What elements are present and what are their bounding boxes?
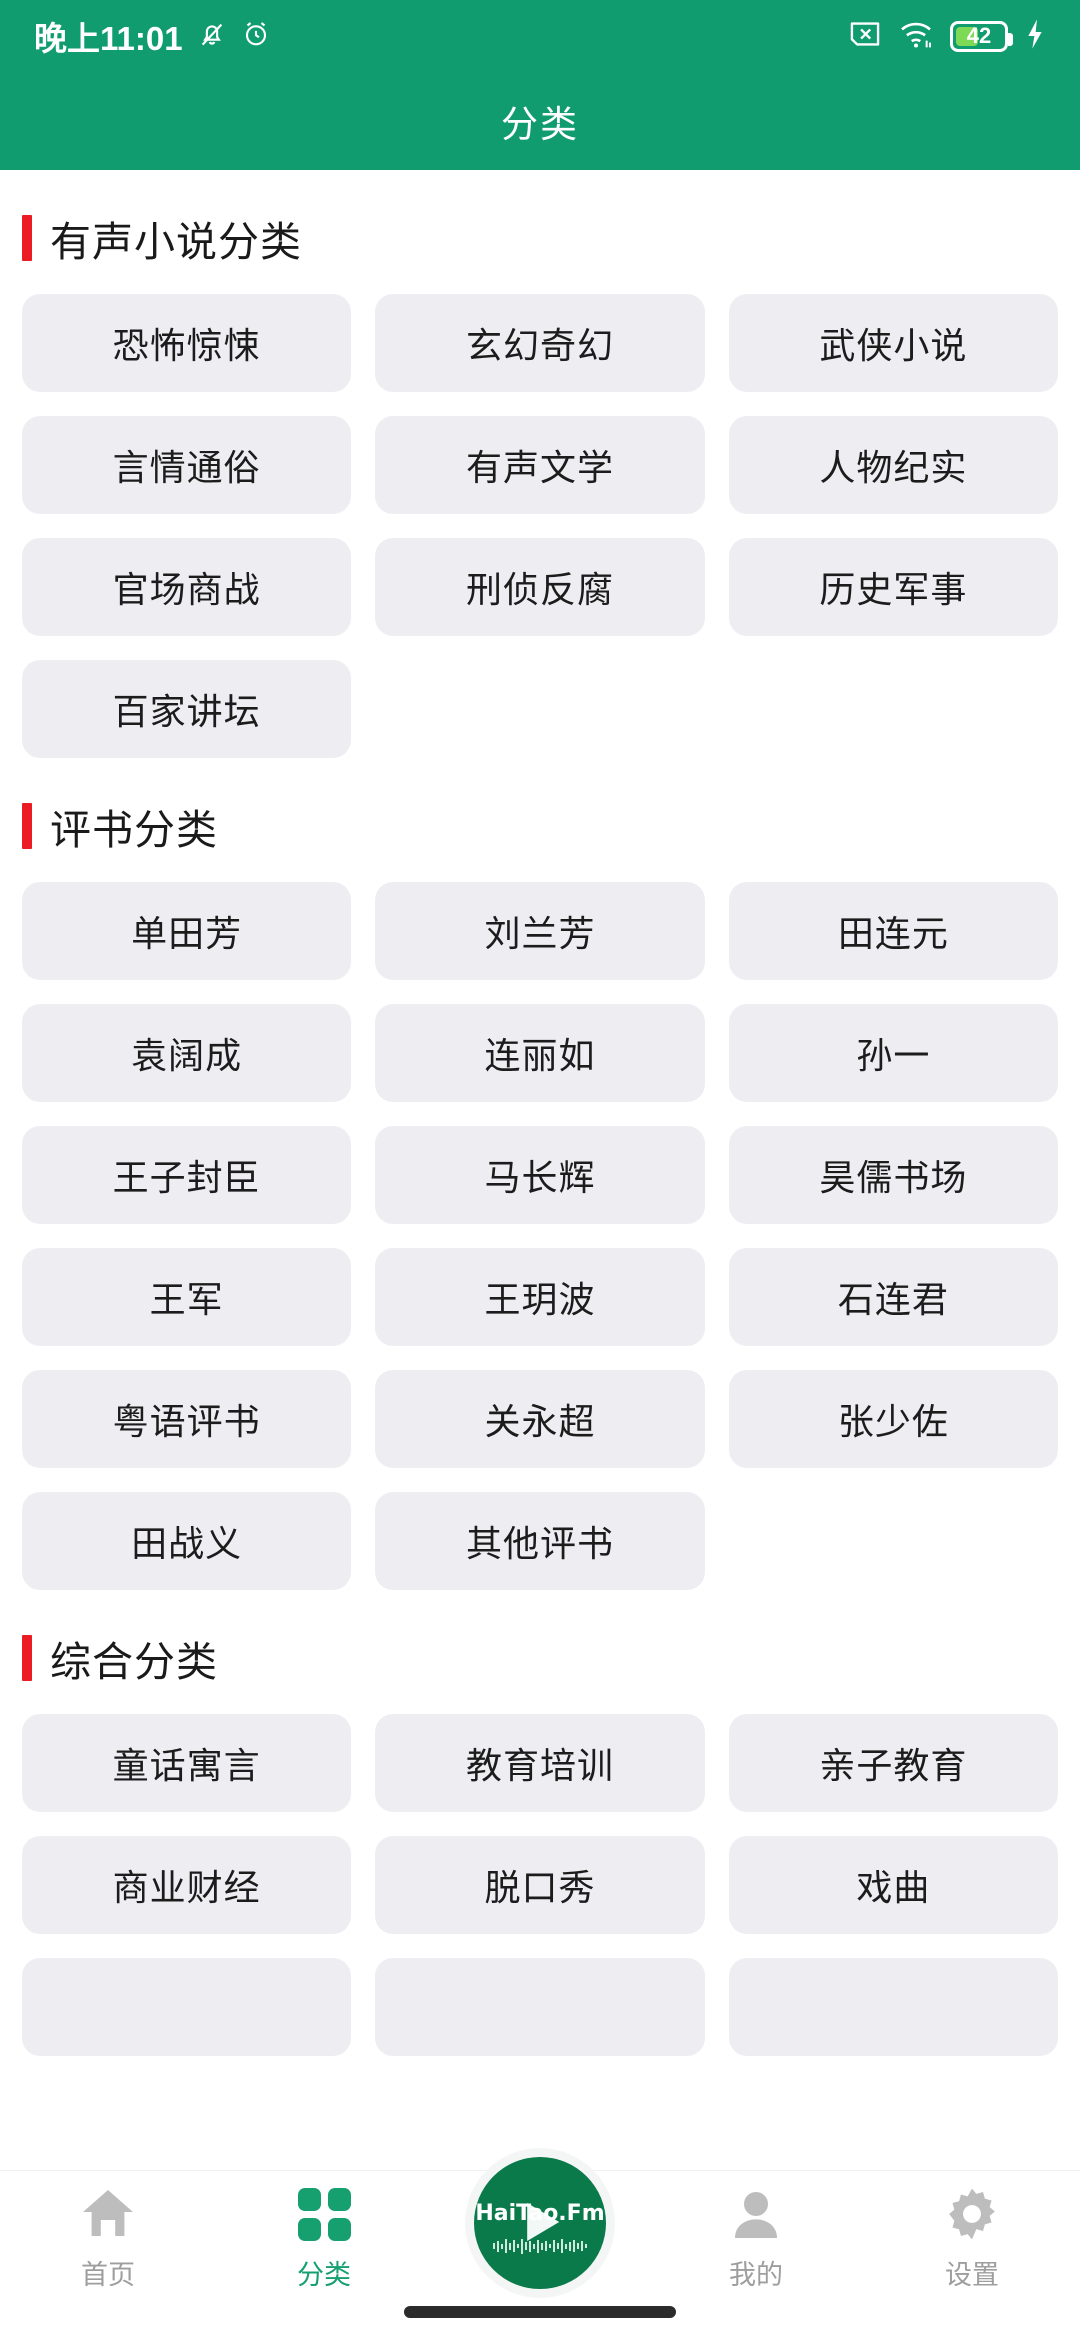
category-tile[interactable]: 玄幻奇幻 <box>375 294 705 392</box>
category-tile[interactable]: 田战义 <box>22 1492 352 1590</box>
gear-icon <box>945 2185 999 2243</box>
tab-label: 我的 <box>729 2260 783 2290</box>
person-icon <box>730 2185 782 2243</box>
tab-label: 首页 <box>81 2260 135 2290</box>
bell-off-icon <box>197 18 227 55</box>
tab-player[interactable]: HaiTao.Fm <box>432 2157 648 2299</box>
category-tile[interactable]: 戏曲 <box>728 1836 1058 1934</box>
section-accent-bar <box>22 803 32 849</box>
category-tile[interactable]: 孙一 <box>728 1004 1058 1102</box>
tab-mine[interactable]: 我的 <box>648 2185 864 2292</box>
category-tile[interactable]: 教育培训 <box>375 1714 705 1812</box>
tab-settings[interactable]: 设置 <box>864 2185 1080 2292</box>
category-tile[interactable]: 王子封臣 <box>22 1126 352 1224</box>
category-tile[interactable]: 连丽如 <box>375 1004 705 1102</box>
category-tile[interactable]: 历史军事 <box>728 538 1058 636</box>
category-tile[interactable]: 官场商战 <box>22 538 352 636</box>
category-tile[interactable]: 关永超 <box>375 1370 705 1468</box>
category-tile[interactable]: 其他评书 <box>375 1492 705 1590</box>
section-title: 有声小说分类 <box>50 219 302 265</box>
category-tile[interactable]: 脱口秀 <box>375 1836 705 1934</box>
category-scroll-area[interactable]: 有声小说分类 恐怖惊悚 玄幻奇幻 武侠小说 言情通俗 有声文学 人物纪实 官场商… <box>0 170 1080 2170</box>
category-tile-partial[interactable] <box>22 1958 352 2056</box>
charging-icon <box>1024 18 1046 55</box>
category-tile[interactable]: 马长辉 <box>375 1126 705 1224</box>
status-bar-right: 42 <box>848 18 1046 55</box>
category-tile[interactable]: 张少佐 <box>728 1370 1058 1468</box>
battery-level: 42 <box>966 23 992 48</box>
category-tile[interactable]: 恐怖惊悚 <box>22 294 352 392</box>
category-tile[interactable]: 刘兰芳 <box>375 882 705 980</box>
category-tile-partial[interactable] <box>375 1958 705 2056</box>
category-tile[interactable]: 有声文学 <box>375 416 705 514</box>
category-tile[interactable]: 商业财经 <box>22 1836 352 1934</box>
status-bar-left: 晚上11:01 <box>34 12 271 60</box>
category-tile[interactable]: 亲子教育 <box>728 1714 1058 1812</box>
section-title: 综合分类 <box>50 1639 218 1685</box>
section-general: 综合分类 童话寓言 教育培训 亲子教育 商业财经 脱口秀 戏曲 <box>22 1590 1058 2056</box>
tab-label: 设置 <box>945 2260 999 2290</box>
section-header: 评书分类 <box>22 758 1058 882</box>
battery-icon: 42 <box>950 20 1013 52</box>
category-tile[interactable]: 武侠小说 <box>728 294 1058 392</box>
category-tile[interactable]: 袁阔成 <box>22 1004 352 1102</box>
category-tile-partial[interactable] <box>728 1958 1058 2056</box>
section-accent-bar <box>22 1635 32 1681</box>
section-header: 综合分类 <box>22 1590 1058 1714</box>
app-screen: 晚上11:01 42 分类 有声小说分类 恐怖惊悚 玄幻奇幻 武侠小说 言情通俗… <box>0 0 1080 2340</box>
alarm-icon <box>241 18 271 55</box>
play-logo-icon[interactable]: HaiTao.Fm <box>474 2157 606 2289</box>
tab-category[interactable]: 分类 <box>216 2185 432 2292</box>
category-tile[interactable]: 言情通俗 <box>22 416 352 514</box>
tab-label: 分类 <box>297 2260 351 2290</box>
status-bar: 晚上11:01 42 <box>0 0 1080 72</box>
category-tile[interactable]: 童话寓言 <box>22 1714 352 1812</box>
category-grid: 恐怖惊悚 玄幻奇幻 武侠小说 言情通俗 有声文学 人物纪实 官场商战 刑侦反腐 … <box>22 294 1058 758</box>
section-header: 有声小说分类 <box>22 170 1058 294</box>
play-triangle-icon <box>527 2203 560 2241</box>
tab-home[interactable]: 首页 <box>0 2185 216 2292</box>
category-tile[interactable]: 单田芳 <box>22 882 352 980</box>
section-audiobook: 有声小说分类 恐怖惊悚 玄幻奇幻 武侠小说 言情通俗 有声文学 人物纪实 官场商… <box>22 170 1058 758</box>
category-tile[interactable]: 昊儒书场 <box>728 1126 1058 1224</box>
bottom-tab-bar: 首页 分类 HaiTao.Fm 我的 设置 <box>0 2157 1080 2340</box>
home-icon <box>80 2185 136 2243</box>
category-tile[interactable]: 刑侦反腐 <box>375 538 705 636</box>
status-time: 晚上11:01 <box>34 20 183 57</box>
wifi-icon <box>898 18 934 55</box>
section-title: 评书分类 <box>50 807 218 853</box>
category-tile[interactable]: 粤语评书 <box>22 1370 352 1468</box>
grid-icon <box>297 2185 351 2243</box>
title-bar: 分类 <box>0 72 1080 170</box>
category-tile[interactable]: 王军 <box>22 1248 352 1346</box>
category-tile[interactable]: 石连君 <box>728 1248 1058 1346</box>
home-indicator <box>404 2306 676 2318</box>
category-tile[interactable]: 王玥波 <box>375 1248 705 1346</box>
sim-x-icon <box>848 19 882 54</box>
section-accent-bar <box>22 215 32 261</box>
category-tile[interactable]: 百家讲坛 <box>22 660 352 758</box>
page-title: 分类 <box>501 104 579 145</box>
waveform-icon <box>474 2237 606 2255</box>
category-grid: 童话寓言 教育培训 亲子教育 商业财经 脱口秀 戏曲 <box>22 1714 1058 2056</box>
category-grid: 单田芳 刘兰芳 田连元 袁阔成 连丽如 孙一 王子封臣 马长辉 昊儒书场 王军 … <box>22 882 1058 1590</box>
category-tile[interactable]: 田连元 <box>728 882 1058 980</box>
section-pingshu: 评书分类 单田芳 刘兰芳 田连元 袁阔成 连丽如 孙一 王子封臣 马长辉 昊儒书… <box>22 758 1058 1590</box>
category-tile[interactable]: 人物纪实 <box>728 416 1058 514</box>
